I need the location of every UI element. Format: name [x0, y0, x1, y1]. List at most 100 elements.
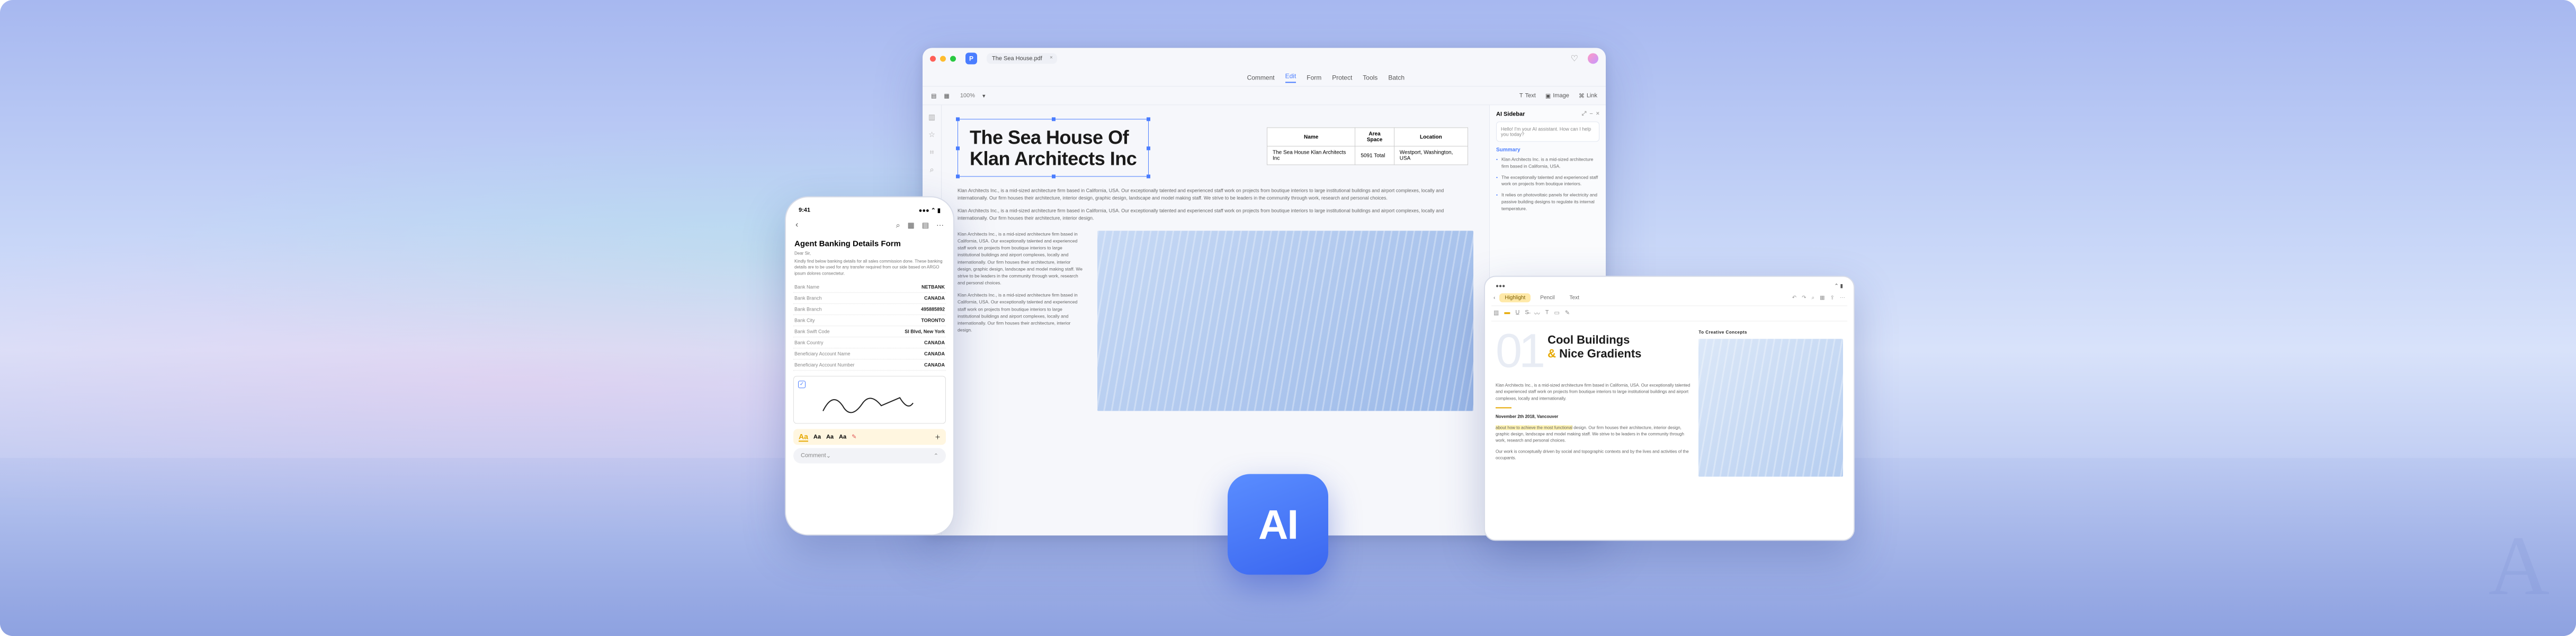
bookmark-icon[interactable]: ▤ — [922, 220, 929, 229]
right-label: To Creative Concepts — [1698, 330, 1843, 334]
form-label: Bank Country — [794, 340, 824, 345]
form-value: CANADA — [924, 351, 945, 356]
zoom-chevron-icon[interactable]: ▾ — [982, 92, 986, 99]
sidebar-min-icon[interactable]: – — [1589, 110, 1593, 117]
comment-input[interactable]: Comment ⌄ ⌃ — [793, 448, 946, 463]
back-icon[interactable]: ‹ — [795, 220, 798, 229]
search-icon[interactable]: ⌕ — [930, 165, 934, 174]
tablet-battery-icon: ⌃ ▮ — [1834, 283, 1843, 289]
phone-device: 9:41 ●●● ⌃ ▮ ‹ ⌕ ▦ ▤ ⋯ Agent Banking Det… — [785, 196, 954, 535]
selected-text-box[interactable]: The Sea House Of Klan Architects Inc — [958, 119, 1149, 176]
font-style-4[interactable]: Aa — [839, 434, 846, 440]
tablet-body-3: Our work is conceptually driven by socia… — [1496, 448, 1690, 462]
pen-icon[interactable]: ✎ — [1565, 309, 1570, 317]
tab-close-icon[interactable]: × — [1050, 55, 1053, 60]
tab-text[interactable]: Text — [1564, 293, 1585, 302]
minimize-dot[interactable] — [940, 56, 946, 61]
underline-icon[interactable]: U̲ — [1515, 309, 1519, 317]
grid-icon[interactable]: ▦ — [908, 220, 915, 229]
signature-ink — [820, 387, 916, 419]
link-icon: ⌘ — [1579, 92, 1585, 99]
image-icon: ▣ — [1545, 92, 1551, 99]
avatar[interactable] — [1588, 53, 1598, 64]
tablet-date: November 2th 2018, Vancouver — [1496, 414, 1690, 420]
highlighter-icon[interactable]: ▬ — [1504, 309, 1510, 317]
menu-edit[interactable]: Edit — [1285, 72, 1296, 83]
form-label: Bank Branch — [794, 295, 822, 301]
window-titlebar: P The Sea House.pdf × ♡ — [923, 48, 1606, 69]
building-image — [1097, 231, 1473, 411]
device-group: P The Sea House.pdf × ♡ Comment Edit For… — [785, 48, 1791, 567]
more-icon[interactable]: ⋯ — [936, 220, 944, 229]
tool-link[interactable]: ⌘Link — [1579, 92, 1597, 99]
maximize-dot[interactable] — [950, 56, 956, 61]
sidebar-toggle-icon[interactable]: ▤ — [931, 92, 936, 99]
note-icon[interactable]: ▭ — [1554, 309, 1559, 317]
attachments-icon[interactable]: ⌗ — [930, 147, 934, 156]
tab-highlight[interactable]: Highlight — [1499, 293, 1531, 302]
tab-pencil[interactable]: Pencil — [1535, 293, 1560, 302]
tool-text[interactable]: TText — [1519, 92, 1536, 99]
font-style-1[interactable]: Aa — [799, 432, 808, 441]
tablet-right-col: To Creative Concepts — [1698, 330, 1843, 476]
signature-box[interactable]: ✓ — [793, 376, 946, 423]
font-style-2[interactable]: Aa — [813, 434, 821, 440]
phone-statusbar: 9:41 ●●● ⌃ ▮ — [792, 205, 947, 216]
form-row: Bank Swift CodeSI Blvd, New York — [793, 326, 946, 337]
tablet-toolbar-2: ▥ ▬ U̲ S̶ 〰 T ▭ ✎ — [1491, 306, 1847, 321]
tool-image[interactable]: ▣Image — [1545, 92, 1569, 99]
close-dot[interactable] — [930, 56, 936, 61]
bookmarks-icon[interactable]: ☆ — [928, 130, 935, 139]
grid-icon[interactable]: ▦ — [1820, 295, 1824, 301]
font-style-3[interactable]: Aa — [826, 434, 834, 440]
search-icon[interactable]: ⌕ — [896, 220, 900, 229]
format-bar: Aa Aa Aa Aa ✎ ＋ — [793, 429, 946, 445]
column-text: Klan Architects Inc., is a mid-sized arc… — [958, 231, 1085, 411]
text-icon: T — [1519, 92, 1523, 99]
pen-icon[interactable]: ✎ — [852, 434, 856, 440]
strike-icon[interactable]: S̶ — [1525, 309, 1528, 317]
info-table: Name Area Space Location The Sea House K… — [1267, 127, 1468, 165]
tablet-building-image — [1698, 339, 1843, 476]
form-row: Bank Branch495885892 — [793, 304, 946, 315]
zoom-level[interactable]: 100% — [960, 92, 975, 99]
td-name: The Sea House Klan Architects Inc — [1267, 146, 1355, 165]
form-row: Bank NameNETBANK — [793, 281, 946, 293]
tablet-body-2: about how to achieve the most functional… — [1496, 425, 1690, 444]
undo-icon[interactable]: ↶ — [1792, 295, 1796, 301]
ai-prompt-box[interactable]: Hello! I'm your AI assistant. How can I … — [1496, 121, 1599, 142]
add-icon[interactable]: ＋ — [935, 432, 941, 441]
form-row: Bank CityTORONTO — [793, 315, 946, 326]
sidebar-close-icon[interactable]: × — [1596, 110, 1599, 117]
comment-placeholder: Comment — [801, 453, 826, 459]
menu-batch[interactable]: Batch — [1388, 74, 1405, 81]
phone-title: Agent Banking Details Form — [794, 239, 945, 248]
th-location: Location — [1394, 128, 1468, 146]
redo-icon[interactable]: ↷ — [1802, 295, 1806, 301]
view-grid-icon[interactable]: ▦ — [944, 92, 949, 99]
search-icon[interactable]: ⌕ — [1812, 295, 1815, 301]
document-tab[interactable]: The Sea House.pdf × — [987, 53, 1057, 64]
tablet-statusbar: ●●● ⌃ ▮ — [1491, 282, 1847, 290]
tablet-back-icon[interactable]: ‹ — [1493, 295, 1495, 301]
menu-tools[interactable]: Tools — [1363, 74, 1378, 81]
menu-protect[interactable]: Protect — [1332, 74, 1352, 81]
menu-form[interactable]: Form — [1307, 74, 1321, 81]
thumbnails-icon[interactable]: ▥ — [1493, 309, 1499, 317]
text-tool-icon[interactable]: T — [1545, 309, 1549, 317]
tablet-time: ●●● — [1496, 283, 1505, 289]
tablet-toolbar: ‹ Highlight Pencil Text ↶ ↷ ⌕ ▦ ⇪ ⋯ — [1491, 290, 1847, 306]
signature-checkbox[interactable]: ✓ — [798, 381, 806, 388]
wavy-icon[interactable]: 〰 — [1534, 309, 1540, 317]
ai-bullet-2: The exceptionally talented and experienc… — [1496, 174, 1599, 188]
form-value: CANADA — [924, 362, 945, 367]
chevron-up-icon[interactable]: ⌃ — [934, 452, 938, 459]
more-icon[interactable]: ⋯ — [1840, 295, 1845, 301]
thumbnails-icon[interactable]: ▥ — [928, 112, 935, 121]
sidebar-expand-icon[interactable]: ⤢ — [1582, 110, 1587, 117]
watermark-letter: A — [2488, 517, 2550, 615]
menu-comment[interactable]: Comment — [1247, 74, 1275, 81]
bell-icon[interactable]: ♡ — [1571, 53, 1578, 64]
share-icon[interactable]: ⇪ — [1830, 295, 1835, 301]
tablet-left-col: 01 Cool Buildings & Nice Gradients Klan … — [1496, 330, 1690, 476]
